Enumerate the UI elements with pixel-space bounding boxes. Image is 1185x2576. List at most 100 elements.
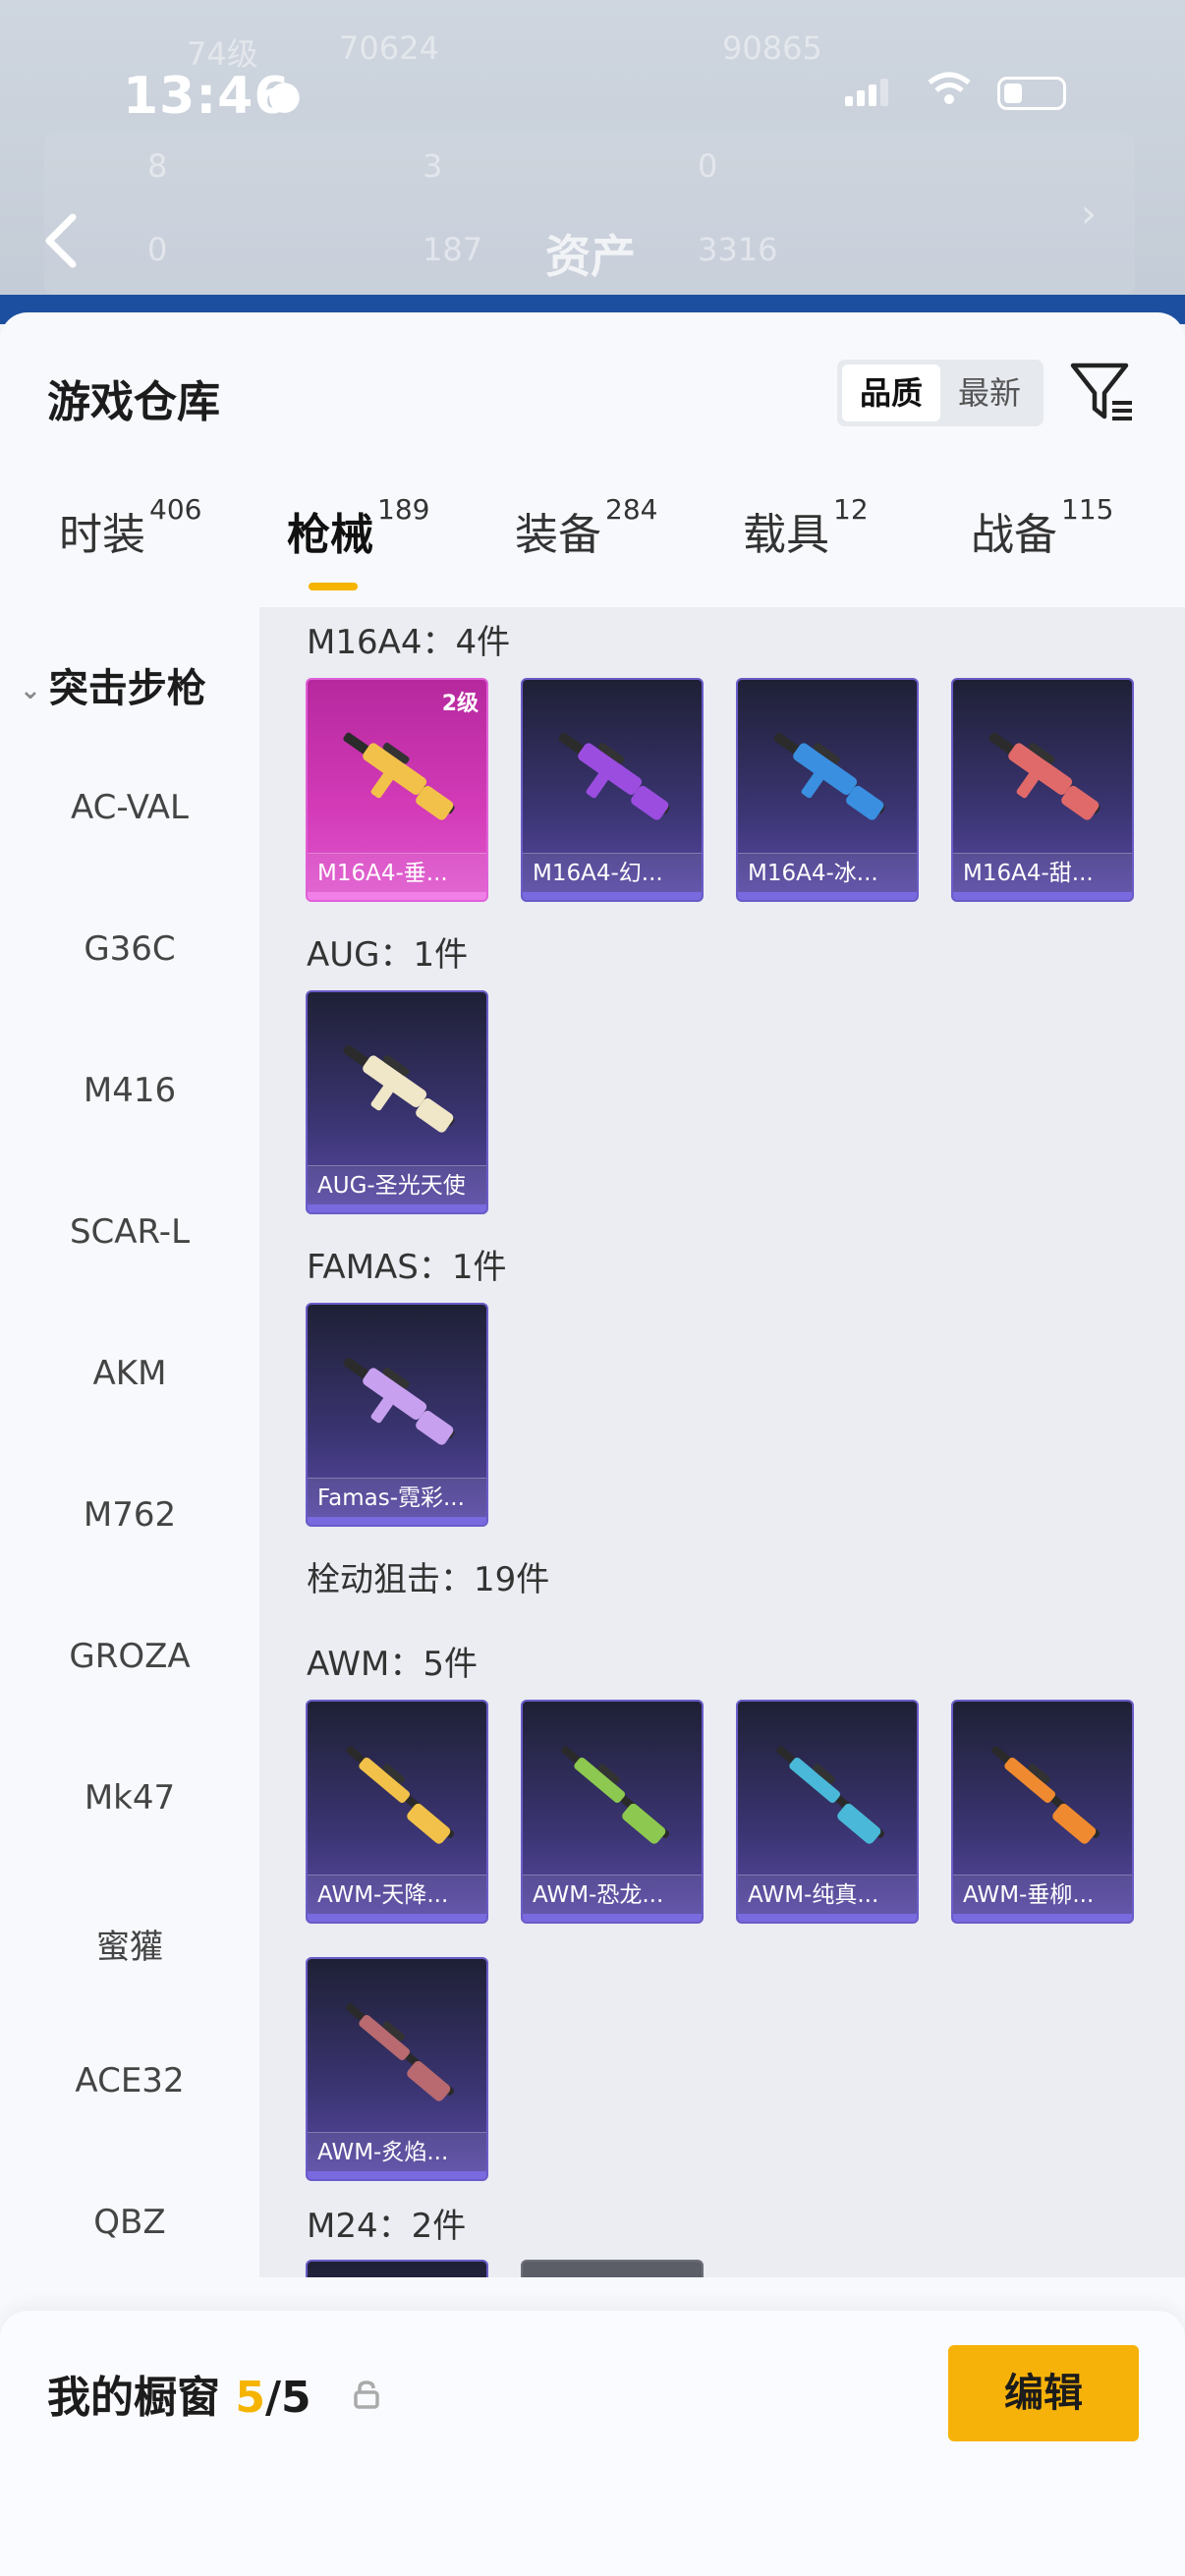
weapon-skin-icon	[343, 732, 455, 820]
weapon-skin-icon	[343, 1044, 455, 1133]
rarity-bar	[308, 1517, 486, 1525]
chevron-right-icon: ›	[1081, 192, 1097, 237]
sidebar-item[interactable]: AKM	[0, 1354, 259, 1393]
weapon-skin-icon	[776, 1746, 885, 1844]
weapon-card-name: AWM-炙焰...	[308, 2132, 486, 2171]
weapon-skin-icon	[561, 1746, 670, 1844]
level-badge: 2级	[441, 692, 479, 716]
weapon-card[interactable]: AWM-恐龙...	[521, 1700, 704, 1924]
weapon-card[interactable]: M16A4-幻...	[521, 678, 704, 902]
tab-count: 189	[377, 493, 430, 526]
paw-icon: ●	[267, 73, 302, 118]
weapon-card[interactable]	[306, 2260, 488, 2277]
back-icon[interactable]	[41, 211, 81, 270]
sidebar-item[interactable]: G36C	[0, 929, 259, 969]
lock-icon	[354, 2380, 379, 2409]
sheet-title: 游戏仓库	[47, 377, 220, 427]
tab-guns[interactable]: 枪械189	[287, 493, 429, 588]
rarity-bar	[953, 1914, 1132, 1922]
ghost-stat: 8	[147, 147, 168, 185]
category-tabs: 时装406 枪械189 装备284 载具12 战备115	[0, 493, 1185, 607]
edit-button[interactable]: 编辑	[948, 2345, 1139, 2441]
rarity-bar	[308, 1204, 486, 1212]
rarity-bar	[953, 892, 1132, 900]
weapon-card[interactable]	[521, 2260, 704, 2277]
weapon-card-name: M16A4-幻...	[523, 853, 702, 892]
tab-count: 284	[605, 493, 658, 526]
weapon-card[interactable]: AWM-天降...	[306, 1700, 488, 1924]
sidebar-category-label: 突击步枪	[48, 666, 206, 711]
section-title: M24：2件	[307, 2207, 467, 2246]
weapon-skin-icon	[558, 732, 670, 820]
tab-vehicles[interactable]: 载具12	[743, 493, 869, 588]
weapon-card[interactable]: AUG-圣光天使	[306, 990, 488, 1214]
weapon-card-name: AWM-天降...	[308, 1875, 486, 1914]
sort-option-newest[interactable]: 最新	[940, 364, 1039, 421]
weapon-skin-icon	[991, 1746, 1100, 1844]
chevron-down-icon: ⌄	[20, 676, 41, 705]
tab-count: 115	[1061, 493, 1114, 526]
weapon-card-name: AWM-垂柳...	[953, 1875, 1132, 1914]
sidebar-item[interactable]: AC-VAL	[0, 788, 259, 827]
weapon-skin-icon	[773, 732, 885, 820]
weapon-card[interactable]: AWM-垂柳...	[951, 1700, 1134, 1924]
sidebar-item[interactable]: SCAR-L	[0, 1212, 259, 1252]
status-time: 13:46	[123, 67, 291, 126]
sidebar-item[interactable]: M416	[0, 1071, 259, 1110]
rarity-bar	[308, 2171, 486, 2179]
rarity-bar	[738, 892, 917, 900]
weapon-skin-icon	[343, 1357, 455, 1445]
tab-fashion[interactable]: 时装406	[59, 493, 201, 588]
sidebar-category[interactable]: ⌄ 突击步枪	[20, 656, 206, 713]
section-title: 栓动狙击：19件	[307, 1560, 550, 1599]
weapon-card[interactable]: AWM-炙焰...	[306, 1957, 488, 2181]
weapon-grid: M16A4：4件 AUG：1件 FAMAS：1件 栓动狙击：19件 AWM：5件…	[259, 607, 1185, 2277]
weapon-card-name: AWM-恐龙...	[523, 1875, 702, 1914]
ghost-stat: 0	[698, 147, 718, 185]
weapon-card[interactable]: M16A4-甜...	[951, 678, 1134, 902]
filter-icon[interactable]	[1069, 360, 1136, 426]
section-title: M16A4：4件	[307, 623, 511, 662]
active-tab-indicator	[309, 583, 358, 590]
sidebar-item[interactable]: 蜜獾	[0, 1920, 259, 1968]
ghost-stat: 187	[423, 231, 483, 268]
rarity-bar	[308, 1914, 486, 1922]
tab-count: 406	[149, 493, 202, 526]
background-page-title: 资产	[545, 230, 636, 283]
sidebar-item[interactable]: ACE32	[0, 2061, 259, 2100]
section-title: FAMAS：1件	[307, 1248, 507, 1287]
status-bar: 13:46 ●	[0, 59, 1185, 138]
showcase-total: /5	[264, 2373, 311, 2423]
sidebar-item[interactable]: GROZA	[0, 1637, 259, 1676]
ghost-stat: 3316	[698, 231, 778, 268]
sidebar-item[interactable]: Mk47	[0, 1778, 259, 1818]
sidebar-item[interactable]: M762	[0, 1495, 259, 1535]
weapon-type-sidebar: ⌄ 突击步枪 AC-VAL G36C M416 SCAR-L AKM M762 G…	[0, 607, 259, 2277]
warehouse-sheet: 游戏仓库 品质 最新 时装406 枪械189 装备284 载具12 战备115 …	[0, 312, 1185, 2576]
showcase-count: 5	[235, 2373, 265, 2423]
weapon-card[interactable]: AWM-纯真...	[736, 1700, 919, 1924]
weapon-card-name: M16A4-冰...	[738, 853, 917, 892]
weapon-card[interactable]: 2级 M16A4-垂...	[306, 678, 488, 902]
tab-label: 装备	[515, 510, 601, 560]
tab-supplies[interactable]: 战备115	[971, 493, 1113, 588]
tab-equipment[interactable]: 装备284	[515, 493, 657, 588]
section-title: AWM：5件	[307, 1645, 478, 1684]
tab-label: 时装	[59, 510, 145, 560]
ghost-stat: 3	[423, 147, 443, 185]
sort-option-quality[interactable]: 品质	[842, 364, 940, 421]
weapon-card-name: AWM-纯真...	[738, 1875, 917, 1914]
sort-toggle: 品质 最新	[837, 360, 1044, 426]
weapon-skin-icon	[346, 2003, 455, 2101]
weapon-card-name: AUG-圣光天使	[308, 1165, 486, 1204]
weapon-skin-icon	[346, 1746, 455, 1844]
showcase-title: 我的橱窗	[47, 2373, 220, 2423]
weapon-card[interactable]: M16A4-冰...	[736, 678, 919, 902]
weapon-card[interactable]: Famas-霓彩...	[306, 1303, 488, 1527]
sidebar-item[interactable]: QBZ	[0, 2203, 259, 2242]
weapon-card-name: Famas-霓彩...	[308, 1478, 486, 1517]
tab-label: 载具	[743, 510, 829, 560]
showcase-bar: 我的橱窗 5/5 编辑	[0, 2311, 1185, 2576]
rarity-bar	[308, 892, 486, 900]
rarity-bar	[523, 1914, 702, 1922]
